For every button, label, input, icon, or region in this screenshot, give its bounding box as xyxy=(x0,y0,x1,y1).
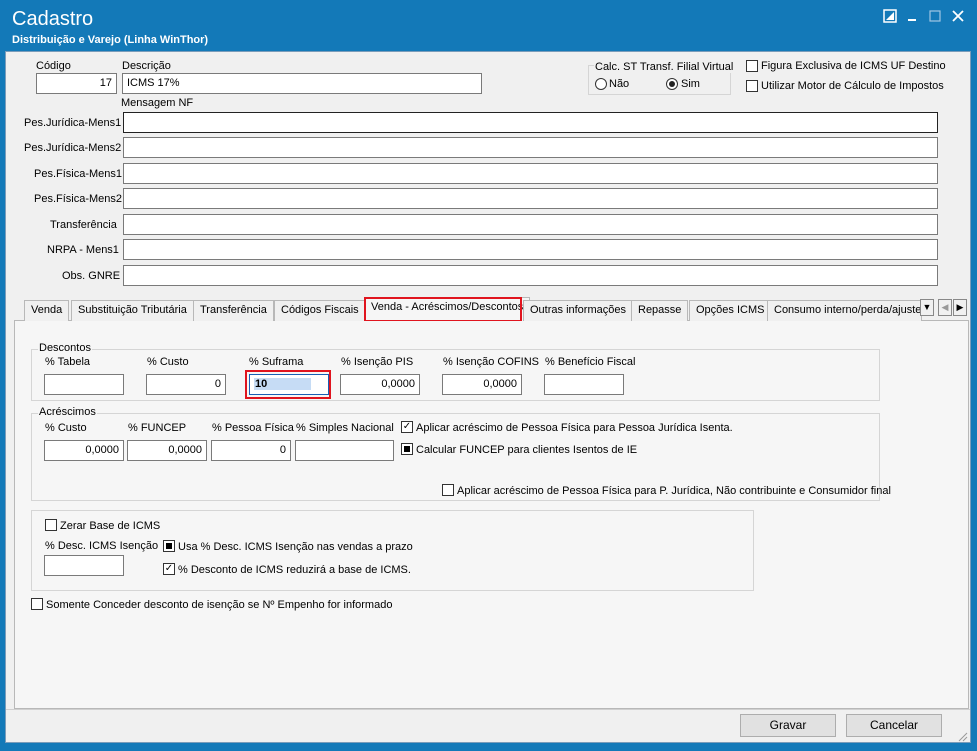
acrescimos-label: Acréscimos xyxy=(38,406,97,418)
acr-pessoa-fisica-input[interactable]: 0 xyxy=(211,440,291,461)
codigo-label: Código xyxy=(36,60,71,72)
close-icon[interactable] xyxy=(950,9,966,25)
utilizar-motor-label: Utilizar Motor de Cálculo de Impostos xyxy=(761,80,944,92)
tab-codigos-fiscais[interactable]: Códigos Fiscais xyxy=(274,300,366,321)
title-bar[interactable]: Cadastro Distribuição e Varejo (Linha Wi… xyxy=(0,0,977,50)
reduz-base-checkbox[interactable]: ✓ xyxy=(163,563,175,575)
highlight-suframa xyxy=(245,370,331,399)
transferencia-label: Transferência xyxy=(50,219,117,231)
aplicar-pf-nc-label: Aplicar acréscimo de Pessoa Física para … xyxy=(457,485,891,497)
size-grip-icon[interactable] xyxy=(956,730,968,742)
calc-st-label: Calc. ST Transf. Filial Virtual xyxy=(594,61,735,73)
tab-scroll-left-icon[interactable]: ◀ xyxy=(938,299,952,316)
tab-consumo-interno[interactable]: Consumo interno/perda/ajuste xyxy=(767,300,922,321)
desc-beneficio-fiscal-label: % Benefício Fiscal xyxy=(545,356,636,368)
usa-desc-label: Usa % Desc. ICMS Isenção nas vendas a pr… xyxy=(178,541,413,553)
acr-simples-nacional-input[interactable] xyxy=(295,440,394,461)
acr-funcep-label: % FUNCEP xyxy=(128,422,187,434)
tab-venda[interactable]: Venda xyxy=(24,300,70,321)
desc-tabela-input[interactable] xyxy=(44,374,124,395)
zerar-base-checkbox[interactable] xyxy=(45,519,57,531)
desc-isencao-input[interactable] xyxy=(44,555,124,576)
desc-beneficio-fiscal-input[interactable] xyxy=(544,374,624,395)
acr-funcep-input[interactable]: 0,0000 xyxy=(127,440,207,461)
desc-isencao-cofins-label: % Isenção COFINS xyxy=(443,356,539,368)
calc-st-nao-radio[interactable] xyxy=(595,78,607,90)
pj-mens1-input[interactable] xyxy=(123,112,938,133)
pf-mens2-label: Pes.Física-Mens2 xyxy=(34,193,123,205)
footer-divider xyxy=(6,709,970,710)
acr-custo-label: % Custo xyxy=(45,422,87,434)
desc-suframa-label: % Suframa xyxy=(249,356,304,368)
acr-custo-input[interactable]: 0,0000 xyxy=(44,440,124,461)
desc-custo-input[interactable]: 0 xyxy=(146,374,226,395)
calc-st-sim-radio[interactable] xyxy=(666,78,678,90)
aplicar-pf-pj-label: Aplicar acréscimo de Pessoa Física para … xyxy=(416,422,733,434)
acr-pessoa-fisica-label: % Pessoa Física xyxy=(212,422,294,434)
desc-custo-label: % Custo xyxy=(147,356,189,368)
pj-mens2-input[interactable] xyxy=(123,137,938,158)
mensagem-nf-label: Mensagem NF xyxy=(121,97,194,109)
pf-mens1-input[interactable] xyxy=(123,163,938,184)
reduz-base-label: % Desconto de ICMS reduzirá a base de IC… xyxy=(178,564,411,576)
cancelar-button[interactable]: Cancelar xyxy=(846,714,942,737)
desc-isencao-pis-label: % Isenção PIS xyxy=(341,356,414,368)
obs-gnre-input[interactable] xyxy=(123,265,938,286)
pj-mens1-label: Pes.Jurídica-Mens1 xyxy=(24,117,122,129)
empenho-label: Somente Conceder desconto de isenção se … xyxy=(46,599,393,611)
tab-substituicao-tributaria[interactable]: Substituição Tributária xyxy=(71,300,194,321)
calc-st-sim-label: Sim xyxy=(681,78,700,90)
pf-mens2-input[interactable] xyxy=(123,188,938,209)
calcular-funcep-label: Calcular FUNCEP para clientes Isentos de… xyxy=(416,444,638,456)
desc-isencao-cofins-input[interactable]: 0,0000 xyxy=(442,374,522,395)
utilizar-motor-checkbox[interactable] xyxy=(746,80,758,92)
maximize-icon[interactable] xyxy=(927,9,943,25)
highlight-active-tab xyxy=(364,297,522,322)
zerar-base-label: Zerar Base de ICMS xyxy=(60,520,161,532)
figura-exclusiva-checkbox[interactable] xyxy=(746,60,758,72)
figura-exclusiva-label: Figura Exclusiva de ICMS UF Destino xyxy=(761,60,946,72)
desc-isencao-pis-input[interactable]: 0,0000 xyxy=(340,374,420,395)
window-subtitle: Distribuição e Varejo (Linha WinThor) xyxy=(12,34,209,46)
aplicar-pf-pj-checkbox[interactable]: ✓ xyxy=(401,421,413,433)
calc-st-nao-label: Não xyxy=(609,78,630,90)
gravar-button[interactable]: Gravar xyxy=(740,714,836,737)
obs-gnre-label: Obs. GNRE xyxy=(62,270,121,282)
nrpa-label: NRPA - Mens1 xyxy=(47,244,119,256)
tab-repasse[interactable]: Repasse xyxy=(631,300,689,321)
tab-transferencia[interactable]: Transferência xyxy=(193,300,274,321)
tab-opcoes-icms[interactable]: Opções ICMS xyxy=(689,300,772,321)
descontos-label: Descontos xyxy=(38,342,92,354)
form-body: Código 17 Descrição ICMS 17% Mensagem NF… xyxy=(5,51,971,743)
window-title: Cadastro xyxy=(12,8,94,30)
descricao-label: Descrição xyxy=(122,60,171,72)
cadastro-window: Cadastro Distribuição e Varejo (Linha Wi… xyxy=(0,0,977,751)
descricao-input[interactable]: ICMS 17% xyxy=(122,73,482,94)
tab-panel-venda-acrescimos-descontos: Descontos % Tabela % Custo 0 % Suframa 1… xyxy=(14,321,969,709)
tab-scroll-right-icon[interactable]: ▶ xyxy=(953,299,967,316)
minimize-icon[interactable] xyxy=(904,9,920,25)
transferencia-input[interactable] xyxy=(123,214,938,235)
nrpa-input[interactable] xyxy=(123,239,938,260)
empenho-checkbox[interactable] xyxy=(31,598,43,610)
resize-icon[interactable] xyxy=(882,9,898,25)
calcular-funcep-checkbox[interactable] xyxy=(401,443,413,455)
tab-dropdown-icon[interactable]: ▼ xyxy=(920,299,934,316)
pf-mens1-label: Pes.Física-Mens1 xyxy=(34,168,123,180)
desc-tabela-label: % Tabela xyxy=(45,356,91,368)
pj-mens2-label: Pes.Jurídica-Mens2 xyxy=(24,142,122,154)
aplicar-pf-nc-checkbox[interactable] xyxy=(442,484,454,496)
codigo-input[interactable]: 17 xyxy=(36,73,117,94)
tab-outras-informacoes[interactable]: Outras informações xyxy=(523,300,633,321)
desc-isencao-label: % Desc. ICMS Isenção xyxy=(45,540,159,552)
acr-simples-nacional-label: % Simples Nacional xyxy=(296,422,394,434)
usa-desc-checkbox[interactable] xyxy=(163,540,175,552)
